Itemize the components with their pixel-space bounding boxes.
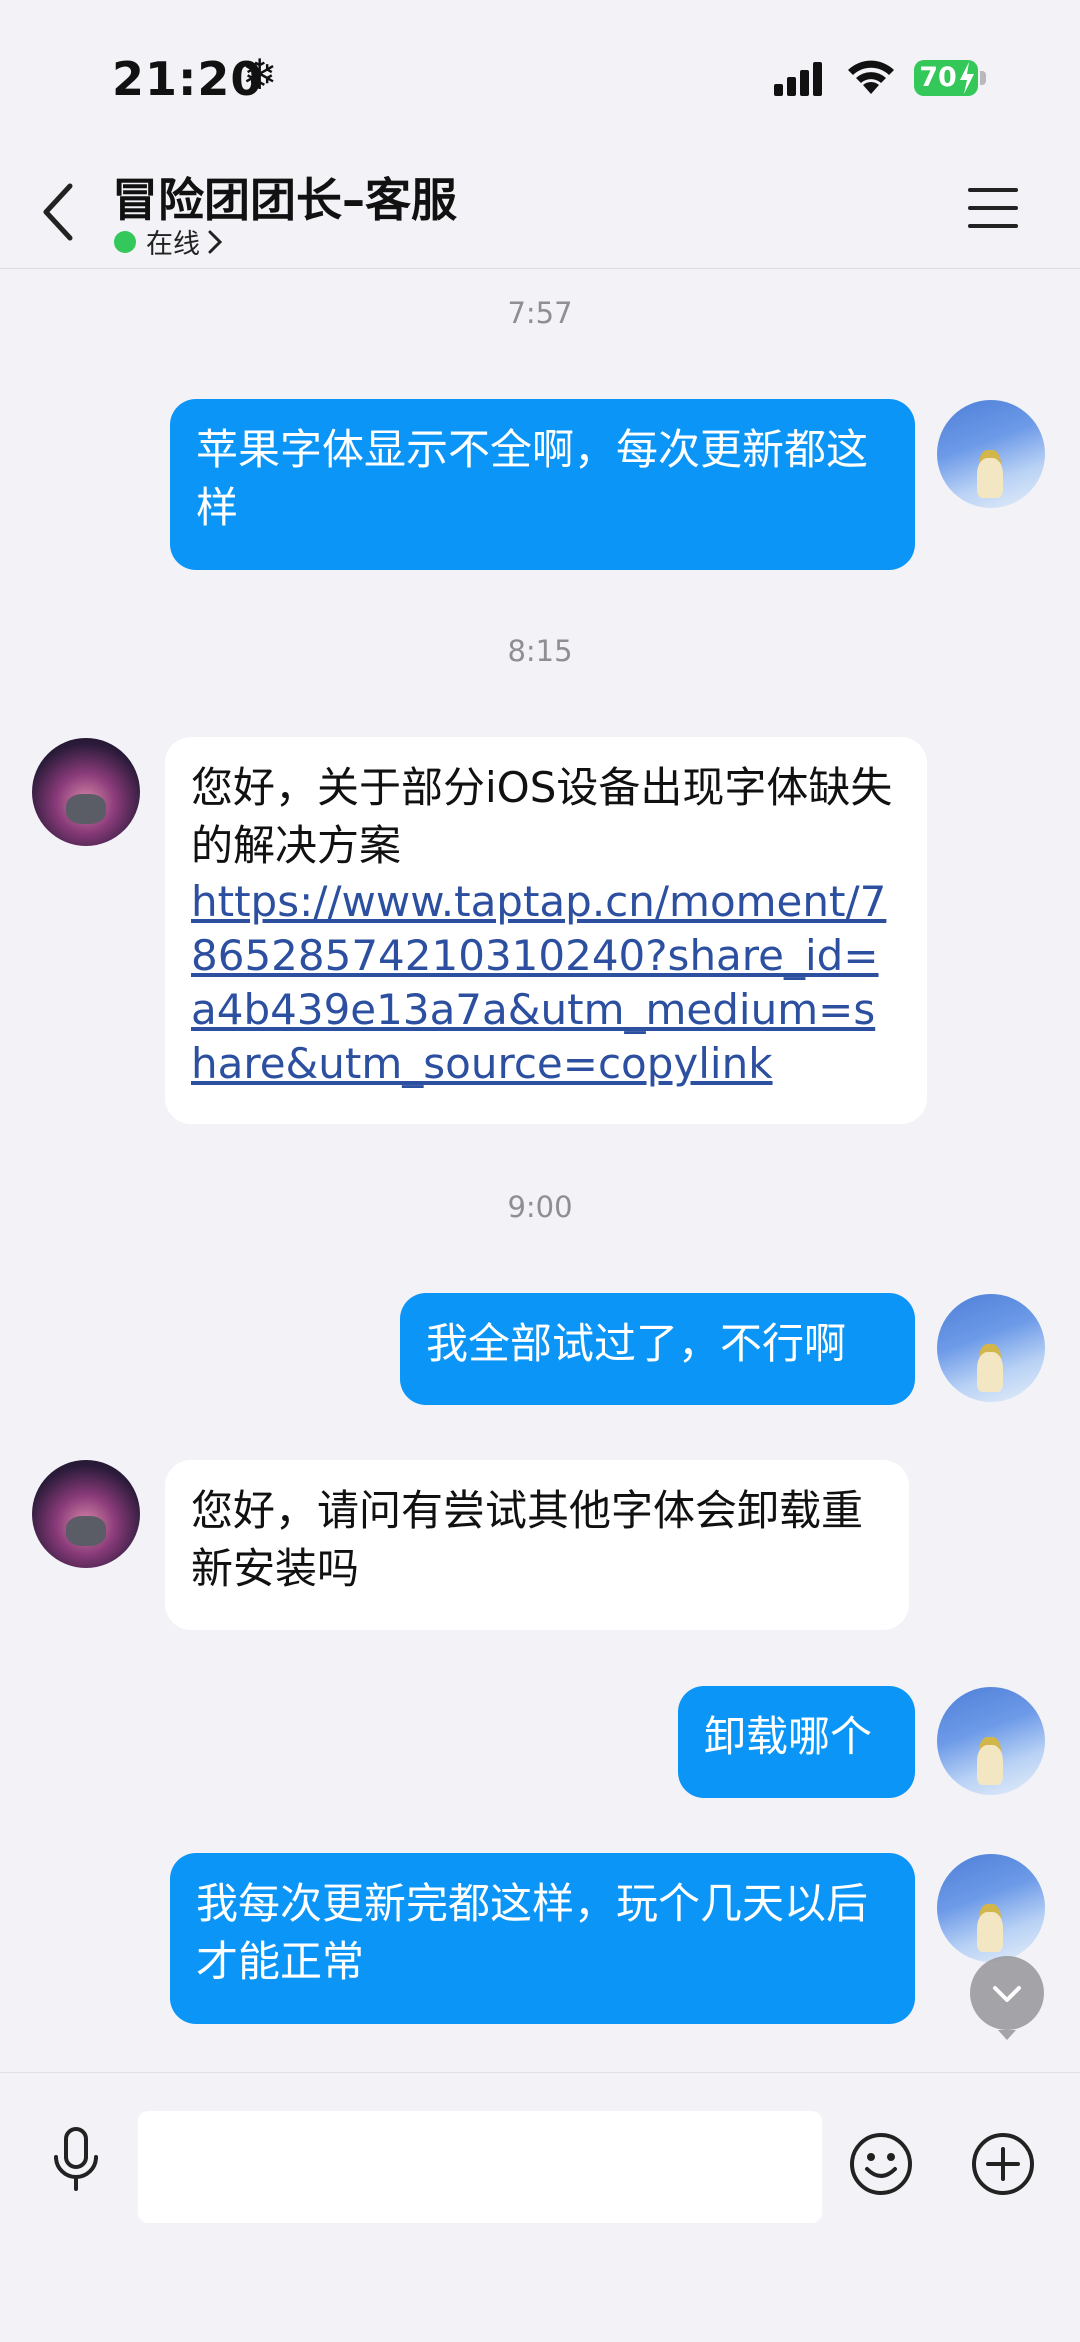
chat-title[interactable]: 冒险团团长–客服 bbox=[112, 164, 457, 230]
back-chevron-icon[interactable] bbox=[36, 180, 84, 244]
microphone-icon[interactable] bbox=[46, 2125, 106, 2195]
user-avatar[interactable] bbox=[937, 400, 1045, 508]
battery-level: 70 bbox=[919, 62, 957, 93]
support-avatar[interactable] bbox=[32, 738, 140, 846]
sent-message-bubble[interactable]: 卸载哪个 bbox=[678, 1686, 915, 1798]
message-text: 我全部试过了，不行啊 bbox=[426, 1319, 847, 1368]
chevron-down-icon bbox=[993, 1986, 1021, 2002]
message-text: 您好，关于部分iOS设备出现字体缺失的解决方案 bbox=[191, 763, 893, 870]
message-text: 您好，请问有尝试其他字体会卸载重新安装吗 bbox=[191, 1486, 864, 1593]
message-text: 苹果字体显示不全啊，每次更新都这样 bbox=[196, 425, 869, 532]
sent-message-bubble[interactable]: 苹果字体显示不全啊，每次更新都这样 bbox=[170, 399, 915, 570]
snowflake-icon: ❄ bbox=[242, 50, 278, 99]
user-avatar[interactable] bbox=[937, 1854, 1045, 1962]
sent-message-bubble[interactable]: 我每次更新完都这样，玩个几天以后才能正常 bbox=[170, 1853, 915, 2024]
user-avatar[interactable] bbox=[937, 1294, 1045, 1402]
message-text: 我每次更新完都这样，玩个几天以后才能正常 bbox=[196, 1879, 869, 1986]
menu-icon[interactable] bbox=[968, 186, 1020, 230]
timestamp: 8:15 bbox=[507, 634, 573, 668]
message-text: 卸载哪个 bbox=[704, 1712, 873, 1761]
chevron-right-icon bbox=[208, 230, 222, 253]
received-message-bubble[interactable]: 您好，请问有尝试其他字体会卸载重新安装吗 bbox=[165, 1460, 909, 1630]
emoji-icon[interactable] bbox=[848, 2131, 914, 2197]
scroll-down-button[interactable] bbox=[970, 1956, 1044, 2040]
timestamp: 9:00 bbox=[507, 1190, 573, 1224]
message-input[interactable] bbox=[138, 2111, 822, 2223]
online-status-label: 在线 bbox=[146, 229, 200, 260]
online-status[interactable]: 在线 bbox=[114, 222, 222, 261]
message-link[interactable]: https://www.taptap.cn/moment/78652857421… bbox=[191, 875, 901, 1091]
charging-bolt-icon bbox=[960, 62, 974, 94]
online-dot-icon bbox=[114, 230, 136, 253]
battery-cap bbox=[980, 71, 986, 85]
wifi-icon bbox=[848, 60, 894, 94]
timestamp: 7:57 bbox=[507, 296, 573, 330]
user-avatar[interactable] bbox=[937, 1687, 1045, 1795]
support-avatar[interactable] bbox=[32, 1460, 140, 1568]
input-bar bbox=[0, 2072, 1080, 2342]
plus-circle-icon[interactable] bbox=[970, 2131, 1036, 2197]
received-message-bubble[interactable]: 您好，关于部分iOS设备出现字体缺失的解决方案 https://www.tapt… bbox=[165, 737, 927, 1124]
status-bar: 21:20 ❄ 70 bbox=[0, 0, 1080, 150]
chat-header: 冒险团团长–客服 在线 bbox=[0, 150, 1080, 269]
sent-message-bubble[interactable]: 我全部试过了，不行啊 bbox=[400, 1293, 915, 1405]
status-time: 21:20 bbox=[112, 52, 264, 106]
cellular-signal-icon bbox=[774, 62, 822, 96]
